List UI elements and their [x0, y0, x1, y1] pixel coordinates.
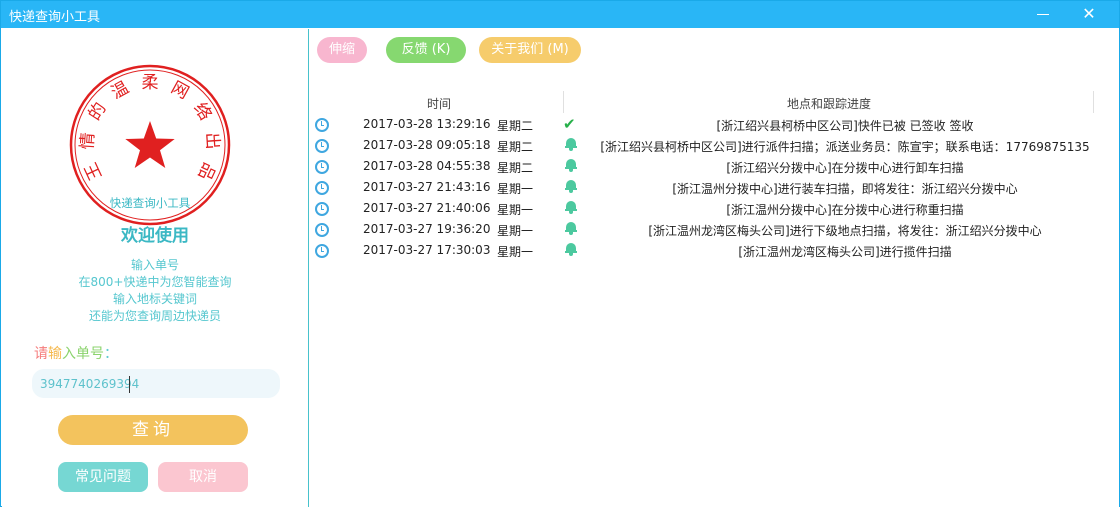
clock-icon: [315, 181, 329, 195]
left-panel: 王情的温柔网络出品 快递查询小工具 欢迎使用 输入单号 在800+快递中为您智能…: [2, 29, 309, 507]
seal-char: 王: [81, 159, 106, 183]
bell-icon: [563, 157, 579, 173]
row-datetime: 2017-03-27 21:43:16: [363, 180, 491, 194]
row-datetime: 2017-03-28 09:05:18: [363, 138, 491, 152]
intro-line: 还能为您查询周边快递员: [88, 309, 221, 323]
seal-char: 品: [194, 159, 219, 183]
seal-char: 情: [78, 132, 99, 150]
feedback-button[interactable]: 反馈 (K): [386, 37, 466, 63]
seal-bottom-text: 快递查询小工具: [110, 196, 191, 210]
bell-icon: [563, 220, 579, 236]
row-weekday: 星期一: [497, 245, 534, 259]
column-header-location[interactable]: 地点和跟踪进度: [787, 95, 871, 112]
cancel-button[interactable]: 取消: [158, 462, 248, 492]
row-weekday: 星期二: [497, 140, 534, 154]
text-caret: [129, 376, 130, 393]
prompt-char: 输: [48, 346, 62, 362]
seal-logo: 王情的温柔网络出品 快递查询小工具: [69, 64, 231, 226]
table-row[interactable]: 2017-03-28 09:05:18 星期二 [浙江绍兴县柯桥中区公司]进行派…: [309, 136, 1109, 157]
row-weekday: 星期一: [497, 224, 534, 238]
prompt-char: 请: [34, 346, 48, 362]
row-datetime: 2017-03-28 13:29:16: [363, 117, 491, 131]
row-location: [浙江温州分拨中心]在分拨中心进行称重扫描: [726, 203, 964, 217]
bell-icon: [563, 241, 579, 257]
table-row[interactable]: 2017-03-27 17:30:03 星期一 [浙江温州龙湾区梅头公司]进行揽…: [309, 241, 1109, 262]
faq-button[interactable]: 常见问题: [58, 462, 148, 492]
seal-char: 温: [108, 78, 133, 104]
seal-char: 柔: [142, 73, 159, 93]
results-panel: 伸缩 反馈 (K) 关于我们 (M) 时间 地点和跟踪进度 2017-03-28…: [309, 29, 1119, 507]
column-divider[interactable]: [1093, 91, 1094, 113]
clock-icon: [315, 244, 329, 258]
row-location: [浙江绍兴县柯桥中区公司]快件已被 已签收 签收: [716, 119, 974, 133]
row-datetime: 2017-03-27 21:40:06: [363, 201, 491, 215]
close-button[interactable]: ✕: [1067, 1, 1111, 28]
tracking-number-input[interactable]: [32, 369, 280, 398]
row-location: [浙江温州分拨中心]进行装车扫描，即将发往：浙江绍兴分拨中心: [672, 182, 1018, 196]
intro-line: 在800+快递中为您智能查询: [78, 275, 232, 289]
row-weekday: 星期一: [497, 203, 534, 217]
seal-char: 络: [189, 99, 215, 124]
tracking-prompt-label: 请输入单号：: [34, 343, 118, 363]
row-weekday: 星期一: [497, 182, 534, 196]
clock-icon: [315, 160, 329, 174]
about-button[interactable]: 关于我们 (M): [479, 37, 581, 63]
clock-icon: [315, 139, 329, 153]
prompt-char: ：: [104, 346, 118, 362]
row-location: [浙江绍兴分拨中心]在分拨中心进行卸车扫描: [726, 161, 964, 175]
star-icon: [125, 121, 175, 168]
table-row[interactable]: 2017-03-28 04:55:38 星期二 [浙江绍兴分拨中心]在分拨中心进…: [309, 157, 1109, 178]
table-header: 时间 地点和跟踪进度: [309, 91, 1109, 113]
seal-char: 网: [168, 78, 193, 104]
table-row[interactable]: 2017-03-27 21:40:06 星期一 [浙江温州分拨中心]在分拨中心进…: [309, 199, 1109, 220]
app-window: 快递查询小工具 ✕ 王情的温柔网络出品 快递查询小工具 欢迎使用 输入单号 在8…: [0, 0, 1120, 507]
row-datetime: 2017-03-27 17:30:03: [363, 243, 491, 257]
row-location: [浙江绍兴县柯桥中区公司]进行派件扫描；派送业务员：陈宣宇；联系电话：17769…: [600, 140, 1090, 154]
clock-icon: [315, 223, 329, 237]
intro-text: 输入单号 在800+快递中为您智能查询 输入地标关键词 还能为您查询周边快递员: [2, 257, 308, 325]
column-header-time[interactable]: 时间: [427, 95, 451, 112]
collapse-button[interactable]: 伸缩: [317, 37, 367, 63]
intro-line: 输入地标关键词: [112, 292, 197, 306]
row-datetime: 2017-03-28 04:55:38: [363, 159, 491, 173]
clock-icon: [315, 202, 329, 216]
welcome-heading: 欢迎使用: [121, 226, 189, 246]
minimize-icon: [1037, 14, 1049, 15]
prompt-char: 入: [62, 346, 76, 362]
row-weekday: 星期二: [497, 119, 534, 133]
seal-char: 出: [201, 132, 222, 150]
bell-icon: [563, 199, 579, 215]
intro-line: 输入单号: [130, 258, 179, 272]
close-icon: ✕: [1082, 4, 1096, 23]
row-datetime: 2017-03-27 19:36:20: [363, 222, 491, 236]
row-location: [浙江温州龙湾区梅头公司]进行下级地点扫描，将发往：浙江绍兴分拨中心: [648, 224, 1042, 238]
minimize-button[interactable]: [1021, 1, 1065, 28]
table-row[interactable]: 2017-03-27 21:43:16 星期一 [浙江温州分拨中心]进行装车扫描…: [309, 178, 1109, 199]
seal-char: 的: [85, 99, 111, 124]
table-row[interactable]: 2017-03-27 19:36:20 星期一 [浙江温州龙湾区梅头公司]进行下…: [309, 220, 1109, 241]
window-title: 快递查询小工具: [9, 10, 101, 25]
clock-icon: [315, 118, 329, 132]
prompt-char: 单号: [76, 346, 104, 362]
title-bar[interactable]: 快递查询小工具 ✕: [1, 1, 1119, 28]
check-icon: ✔: [563, 115, 576, 133]
bell-icon: [563, 136, 579, 152]
column-divider[interactable]: [563, 91, 564, 113]
row-weekday: 星期二: [497, 161, 534, 175]
table-row[interactable]: 2017-03-28 13:29:16 星期二 ✔ [浙江绍兴县柯桥中区公司]快…: [309, 115, 1109, 136]
row-location: [浙江温州龙湾区梅头公司]进行揽件扫描: [738, 245, 952, 259]
bell-icon: [563, 178, 579, 194]
query-button[interactable]: 查询: [58, 415, 248, 445]
